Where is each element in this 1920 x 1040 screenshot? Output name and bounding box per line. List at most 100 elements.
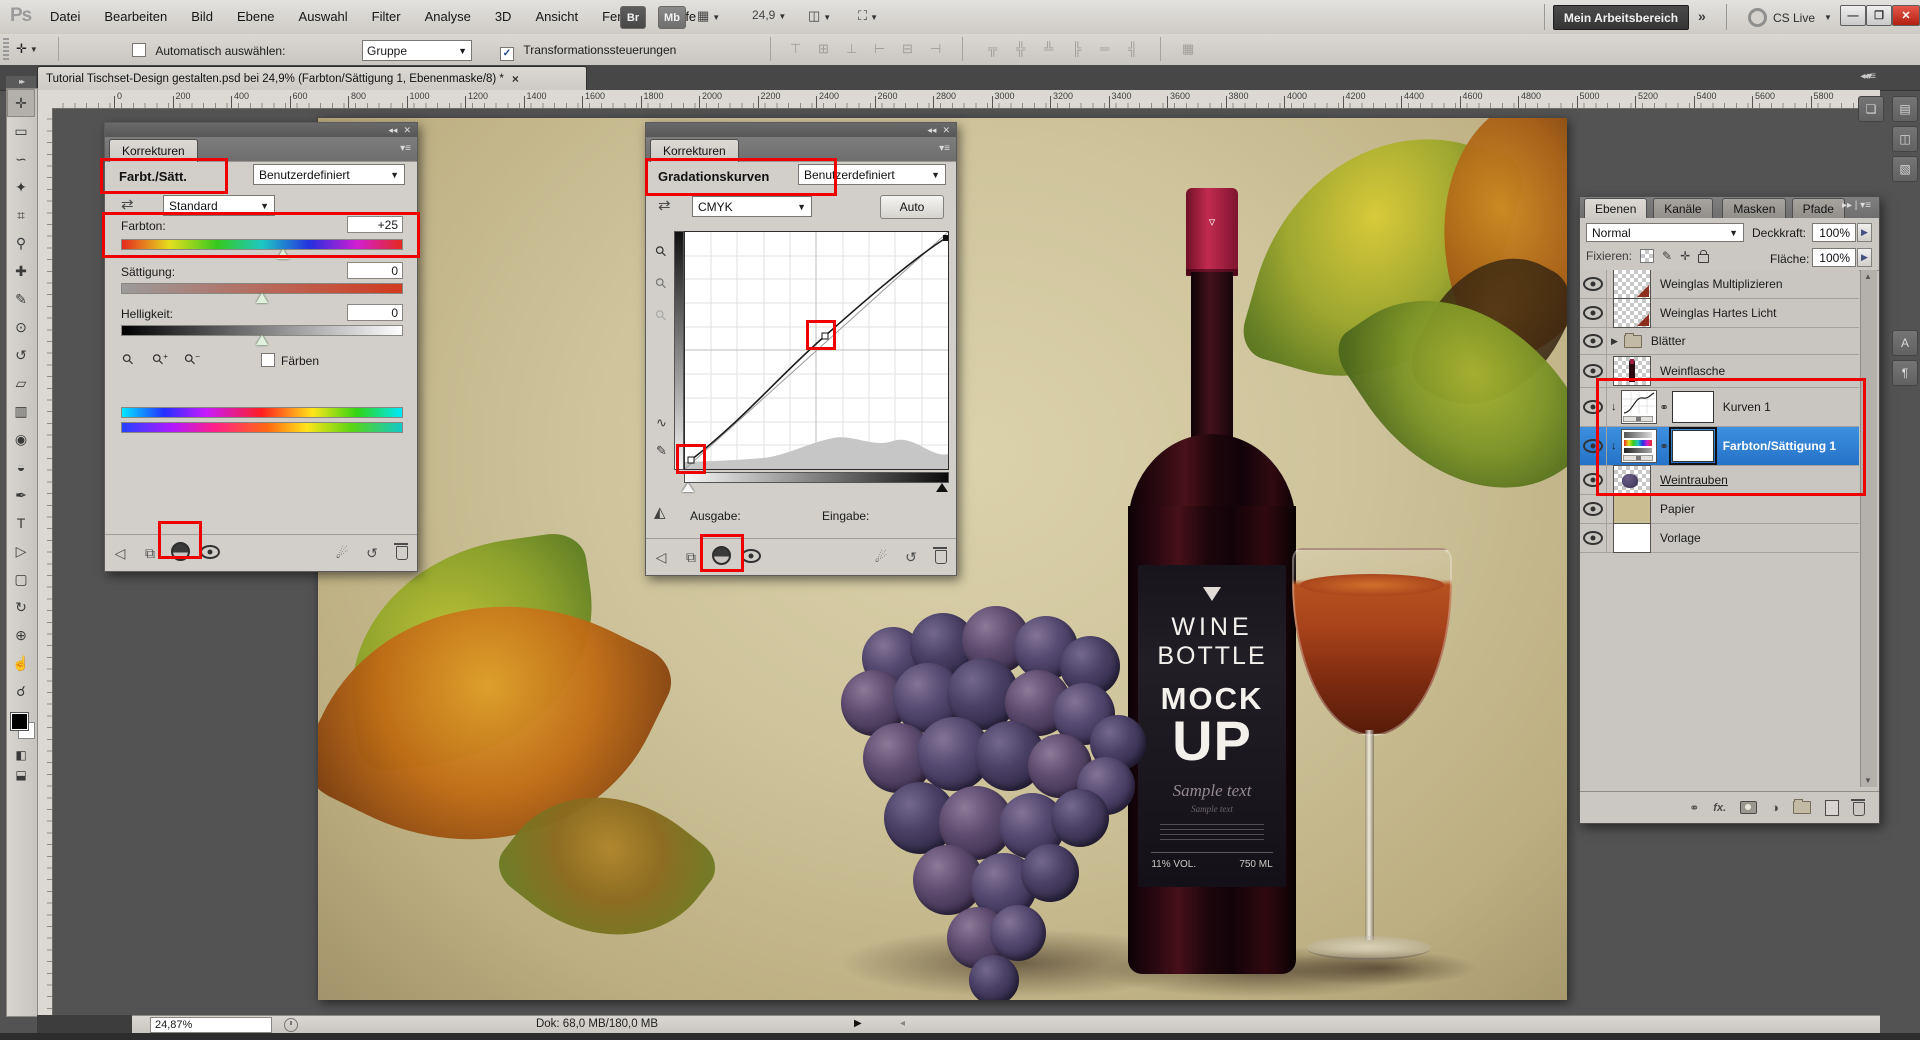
curve-point-mode-icon[interactable]: ∿: [656, 415, 667, 431]
panel-menu-icon[interactable]: ▾≡: [400, 143, 411, 154]
new-adjustment-layer-icon[interactable]: ◑: [1771, 800, 1779, 815]
view-extras-icon[interactable]: ▦▼: [697, 8, 720, 24]
layer-mask-thumbnail[interactable]: [1672, 430, 1714, 462]
collapsed-panel-icon[interactable]: ◫: [1892, 126, 1918, 152]
mask-link-icon[interactable]: ⚭: [1660, 401, 1669, 414]
layer-visibility-cell[interactable]: [1580, 355, 1607, 387]
workspace-button[interactable]: Mein Arbeitsbereich: [1553, 5, 1689, 30]
menu-item-bearbeiten[interactable]: Bearbeiten: [92, 0, 179, 34]
layer-name[interactable]: Papier: [1660, 502, 1695, 516]
auto-align-icon[interactable]: ▦: [1182, 41, 1194, 57]
align-top-icon[interactable]: ⊤: [790, 41, 801, 57]
eye-icon[interactable]: [1583, 400, 1603, 414]
eyedropper-tool[interactable]: ⚲: [7, 229, 35, 257]
hue-slider-thumb[interactable]: [277, 249, 289, 259]
status-flyout-icon[interactable]: ▶: [854, 1018, 862, 1029]
layer-row[interactable]: Weintrauben: [1580, 466, 1859, 495]
layer-row[interactable]: Vorlage: [1580, 524, 1859, 553]
layers-tab-ebenen[interactable]: Ebenen: [1584, 198, 1647, 219]
lightness-slider-thumb[interactable]: [256, 335, 268, 345]
eye-icon[interactable]: [1583, 439, 1603, 453]
layer-thumbnail[interactable]: [1613, 356, 1651, 386]
eye-icon[interactable]: [1583, 334, 1603, 348]
layers-scrollbar[interactable]: ▲ ▼: [1860, 270, 1877, 787]
layer-visibility-cell[interactable]: [1580, 524, 1607, 552]
colorize-checkbox[interactable]: Färben: [261, 353, 319, 368]
menu-item-analyse[interactable]: Analyse: [413, 0, 483, 34]
distribute-vcenter-icon[interactable]: ╬: [1016, 41, 1025, 56]
layer-row[interactable]: ↓⚭Farbton/Sättigung 1: [1580, 427, 1859, 466]
distribute-left-icon[interactable]: ╠: [1072, 41, 1081, 56]
lock-pixels-icon[interactable]: ✎: [1662, 249, 1672, 263]
opacity-spinner[interactable]: ▶: [1857, 223, 1872, 242]
mini-bridge-button[interactable]: Mb: [658, 6, 686, 29]
layers-tab-pfade[interactable]: Pfade: [1792, 198, 1845, 219]
cs-live-menu[interactable]: CS Live▼: [1748, 8, 1832, 27]
hand-tool[interactable]: ☝: [7, 649, 35, 677]
checkbox-unchecked[interactable]: [132, 43, 146, 57]
fill-spinner[interactable]: ▶: [1857, 248, 1872, 267]
current-tool-icon[interactable]: ✛▼: [16, 39, 50, 59]
new-layer-icon[interactable]: [1825, 800, 1839, 816]
layers-tab-kanle[interactable]: Kanäle: [1653, 198, 1712, 219]
zoom-level-field[interactable]: 24,9▼: [752, 8, 786, 22]
eyedropper-sample-icon[interactable]: ⚲: [123, 351, 133, 368]
document-tab[interactable]: Tutorial Tischset-Design gestalten.psd b…: [37, 66, 587, 91]
collapsed-panel-icon[interactable]: ❏: [1858, 96, 1884, 122]
character-panel-icon[interactable]: A: [1892, 330, 1918, 356]
new-group-icon[interactable]: [1793, 801, 1811, 814]
align-vcenter-icon[interactable]: ⊞: [818, 41, 829, 57]
menu-item-auswahl[interactable]: Auswahl: [287, 0, 360, 34]
blur-tool[interactable]: ◉: [7, 425, 35, 453]
screen-mode-toggle-icon[interactable]: ⬓: [7, 765, 35, 785]
toolbar-collapse-tab[interactable]: ▸▸: [6, 76, 36, 88]
layer-thumbnail[interactable]: [1613, 494, 1651, 524]
histogram-clip-warning-icon[interactable]: ◭: [654, 503, 666, 521]
white-point-thumb[interactable]: [682, 483, 694, 492]
layer-name[interactable]: Weinglas Hartes Licht: [1660, 306, 1777, 320]
status-zoom-field[interactable]: 24,87%: [150, 1017, 272, 1033]
close-panel-icon[interactable]: ✕: [942, 125, 950, 136]
auto-select-dropdown[interactable]: Gruppe▼: [362, 40, 472, 61]
layer-visibility-cell[interactable]: [1580, 388, 1607, 426]
crop-tool[interactable]: ⌗: [7, 201, 35, 229]
black-point-thumb[interactable]: [936, 483, 948, 492]
saturation-value-field[interactable]: 0: [347, 262, 403, 279]
dodge-tool[interactable]: ◒: [7, 453, 35, 481]
lock-position-icon[interactable]: ✛: [1680, 249, 1690, 263]
eye-icon[interactable]: [1583, 364, 1603, 378]
reset-icon[interactable]: ↺: [896, 549, 926, 566]
collapse-panel-icon[interactable]: ◂◂: [927, 125, 936, 136]
vertical-ruler[interactable]: [37, 108, 53, 1015]
tab-close-icon[interactable]: ×: [512, 72, 519, 86]
horizontal-ruler[interactable]: 0200400600800100012001400160018002000220…: [52, 90, 1880, 109]
layer-thumbnail[interactable]: [1613, 298, 1651, 328]
bridge-button[interactable]: Br: [620, 6, 646, 29]
fill-value-field[interactable]: 100%: [1812, 248, 1856, 267]
minimize-button[interactable]: —: [1840, 5, 1866, 26]
layer-row[interactable]: Weinglas Hartes Licht: [1580, 299, 1859, 328]
quick-selection-tool[interactable]: ✦: [7, 173, 35, 201]
menu-item-bild[interactable]: Bild: [179, 0, 225, 34]
view-previous-state-icon[interactable]: ☄: [866, 549, 896, 566]
options-bar-grip[interactable]: [3, 38, 9, 60]
channel-dropdown[interactable]: Standard▼: [163, 195, 275, 216]
huesat-thumbnail[interactable]: [1621, 429, 1657, 463]
layer-row[interactable]: Weinflasche: [1580, 355, 1859, 388]
scroll-down-icon[interactable]: ▼: [1864, 776, 1872, 785]
eye-icon[interactable]: [1583, 306, 1603, 320]
lock-transparency-icon[interactable]: [1640, 249, 1654, 263]
pencil-mode-icon[interactable]: ✎: [656, 443, 667, 459]
delete-adjustment-icon[interactable]: [926, 547, 956, 567]
layer-thumbnail[interactable]: [1613, 465, 1651, 495]
eyedropper-add-icon[interactable]: ⚲+: [153, 351, 168, 368]
close-button[interactable]: ✕: [1892, 5, 1920, 26]
auto-select-checkbox[interactable]: Automatisch auswählen:: [132, 43, 285, 58]
channel-dropdown[interactable]: CMYK▼: [692, 196, 812, 217]
layer-name[interactable]: Weintrauben: [1660, 473, 1728, 487]
curves-thumbnail[interactable]: [1621, 390, 1657, 424]
layer-name[interactable]: Vorlage: [1660, 531, 1701, 545]
curve-grid[interactable]: [684, 231, 949, 470]
blend-mode-dropdown[interactable]: Normal▼: [1586, 223, 1744, 242]
hue-value-field[interactable]: +25: [347, 216, 403, 233]
